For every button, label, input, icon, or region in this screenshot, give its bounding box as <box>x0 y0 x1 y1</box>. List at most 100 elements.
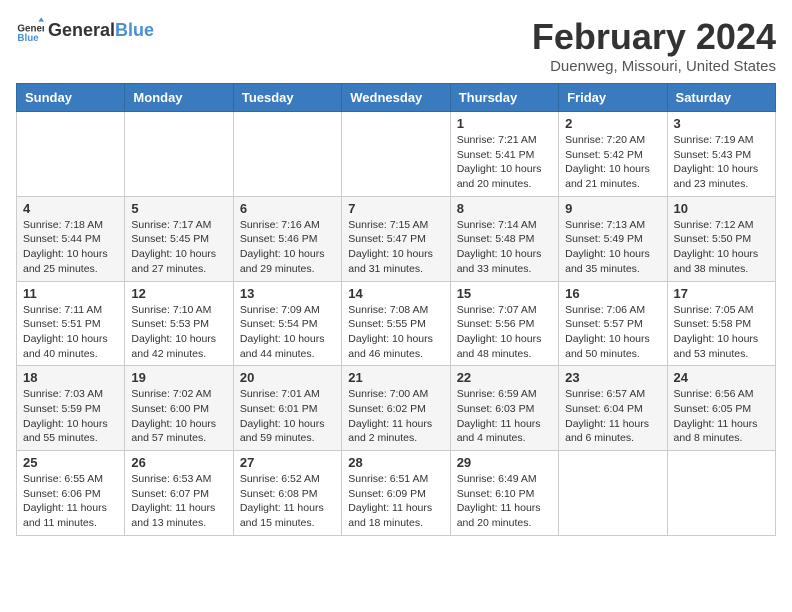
day-info: Sunrise: 7:05 AM Sunset: 5:58 PM Dayligh… <box>674 303 769 362</box>
day-number: 12 <box>131 286 226 301</box>
day-info: Sunrise: 7:00 AM Sunset: 6:02 PM Dayligh… <box>348 387 443 446</box>
day-info: Sunrise: 6:52 AM Sunset: 6:08 PM Dayligh… <box>240 472 335 531</box>
calendar-cell <box>559 451 667 536</box>
calendar-cell: 22 Sunrise: 6:59 AM Sunset: 6:03 PM Dayli… <box>450 366 558 451</box>
day-info: Sunrise: 6:53 AM Sunset: 6:07 PM Dayligh… <box>131 472 226 531</box>
calendar-cell: 14 Sunrise: 7:08 AM Sunset: 5:55 PM Dayli… <box>342 281 450 366</box>
calendar-week-5: 25 Sunrise: 6:55 AM Sunset: 6:06 PM Dayli… <box>17 451 776 536</box>
day-number: 21 <box>348 370 443 385</box>
day-info: Sunrise: 7:09 AM Sunset: 5:54 PM Dayligh… <box>240 303 335 362</box>
day-info: Sunrise: 6:49 AM Sunset: 6:10 PM Dayligh… <box>457 472 552 531</box>
day-number: 13 <box>240 286 335 301</box>
calendar-cell: 21 Sunrise: 7:00 AM Sunset: 6:02 PM Dayli… <box>342 366 450 451</box>
calendar-week-1: 1 Sunrise: 7:21 AM Sunset: 5:41 PM Daylig… <box>17 112 776 197</box>
day-info: Sunrise: 7:21 AM Sunset: 5:41 PM Dayligh… <box>457 133 552 192</box>
calendar-cell: 19 Sunrise: 7:02 AM Sunset: 6:00 PM Dayli… <box>125 366 233 451</box>
day-header-sunday: Sunday <box>17 84 125 112</box>
day-number: 27 <box>240 455 335 470</box>
day-info: Sunrise: 6:56 AM Sunset: 6:05 PM Dayligh… <box>674 387 769 446</box>
calendar-cell: 2 Sunrise: 7:20 AM Sunset: 5:42 PM Daylig… <box>559 112 667 197</box>
calendar-cell: 23 Sunrise: 6:57 AM Sunset: 6:04 PM Dayli… <box>559 366 667 451</box>
day-number: 8 <box>457 201 552 216</box>
day-number: 15 <box>457 286 552 301</box>
calendar-cell <box>342 112 450 197</box>
day-number: 2 <box>565 116 660 131</box>
calendar-cell: 7 Sunrise: 7:15 AM Sunset: 5:47 PM Daylig… <box>342 196 450 281</box>
day-info: Sunrise: 7:11 AM Sunset: 5:51 PM Dayligh… <box>23 303 118 362</box>
day-info: Sunrise: 7:14 AM Sunset: 5:48 PM Dayligh… <box>457 218 552 277</box>
day-info: Sunrise: 7:02 AM Sunset: 6:00 PM Dayligh… <box>131 387 226 446</box>
day-info: Sunrise: 7:12 AM Sunset: 5:50 PM Dayligh… <box>674 218 769 277</box>
calendar-header-row: SundayMondayTuesdayWednesdayThursdayFrid… <box>17 84 776 112</box>
calendar-cell: 9Sunrise: 7:13 AM Sunset: 5:49 PM Daylig… <box>559 196 667 281</box>
day-header-friday: Friday <box>559 84 667 112</box>
day-header-monday: Monday <box>125 84 233 112</box>
calendar-cell: 29 Sunrise: 6:49 AM Sunset: 6:10 PM Dayli… <box>450 451 558 536</box>
title-area: February 2024 Duenweg, Missouri, United … <box>532 16 776 75</box>
day-info: Sunrise: 6:55 AM Sunset: 6:06 PM Dayligh… <box>23 472 118 531</box>
day-number: 23 <box>565 370 660 385</box>
calendar-cell: 8 Sunrise: 7:14 AM Sunset: 5:48 PM Daylig… <box>450 196 558 281</box>
day-info: Sunrise: 7:16 AM Sunset: 5:46 PM Dayligh… <box>240 218 335 277</box>
calendar-week-4: 18 Sunrise: 7:03 AM Sunset: 5:59 PM Dayli… <box>17 366 776 451</box>
day-info: Sunrise: 7:19 AM Sunset: 5:43 PM Dayligh… <box>674 133 769 192</box>
day-number: 17 <box>674 286 769 301</box>
day-number: 7 <box>348 201 443 216</box>
day-number: 29 <box>457 455 552 470</box>
calendar-cell: 27 Sunrise: 6:52 AM Sunset: 6:08 PM Dayli… <box>233 451 341 536</box>
calendar-cell: 17 Sunrise: 7:05 AM Sunset: 5:58 PM Dayli… <box>667 281 775 366</box>
day-info: Sunrise: 6:51 AM Sunset: 6:09 PM Dayligh… <box>348 472 443 531</box>
day-number: 4 <box>23 201 118 216</box>
day-header-saturday: Saturday <box>667 84 775 112</box>
calendar-cell <box>17 112 125 197</box>
day-info: Sunrise: 7:07 AM Sunset: 5:56 PM Dayligh… <box>457 303 552 362</box>
day-header-thursday: Thursday <box>450 84 558 112</box>
calendar-cell: 16Sunrise: 7:06 AM Sunset: 5:57 PM Dayli… <box>559 281 667 366</box>
day-info: Sunrise: 7:10 AM Sunset: 5:53 PM Dayligh… <box>131 303 226 362</box>
day-info: Sunrise: 7:03 AM Sunset: 5:59 PM Dayligh… <box>23 387 118 446</box>
day-info: Sunrise: 6:57 AM Sunset: 6:04 PM Dayligh… <box>565 387 660 446</box>
day-number: 1 <box>457 116 552 131</box>
calendar-cell: 5 Sunrise: 7:17 AM Sunset: 5:45 PM Daylig… <box>125 196 233 281</box>
day-info: Sunrise: 7:13 AM Sunset: 5:49 PM Dayligh… <box>565 218 660 277</box>
day-info: Sunrise: 7:06 AM Sunset: 5:57 PM Dayligh… <box>565 303 660 362</box>
day-number: 20 <box>240 370 335 385</box>
calendar-cell: 28Sunrise: 6:51 AM Sunset: 6:09 PM Dayli… <box>342 451 450 536</box>
day-number: 25 <box>23 455 118 470</box>
header: General Blue GeneralBlue February 2024 D… <box>16 16 776 75</box>
calendar-cell: 12 Sunrise: 7:10 AM Sunset: 5:53 PM Dayli… <box>125 281 233 366</box>
calendar-cell: 20 Sunrise: 7:01 AM Sunset: 6:01 PM Dayli… <box>233 366 341 451</box>
calendar-week-2: 4 Sunrise: 7:18 AM Sunset: 5:44 PM Daylig… <box>17 196 776 281</box>
day-number: 22 <box>457 370 552 385</box>
calendar-cell: 11Sunrise: 7:11 AM Sunset: 5:51 PM Dayli… <box>17 281 125 366</box>
calendar-cell: 15 Sunrise: 7:07 AM Sunset: 5:56 PM Dayli… <box>450 281 558 366</box>
day-number: 26 <box>131 455 226 470</box>
day-info: Sunrise: 7:17 AM Sunset: 5:45 PM Dayligh… <box>131 218 226 277</box>
calendar-cell: 24Sunrise: 6:56 AM Sunset: 6:05 PM Dayli… <box>667 366 775 451</box>
month-title: February 2024 <box>532 16 776 58</box>
day-info: Sunrise: 6:59 AM Sunset: 6:03 PM Dayligh… <box>457 387 552 446</box>
calendar-cell: 4 Sunrise: 7:18 AM Sunset: 5:44 PM Daylig… <box>17 196 125 281</box>
day-info: Sunrise: 7:08 AM Sunset: 5:55 PM Dayligh… <box>348 303 443 362</box>
calendar-cell: 18 Sunrise: 7:03 AM Sunset: 5:59 PM Dayli… <box>17 366 125 451</box>
calendar-cell: 1 Sunrise: 7:21 AM Sunset: 5:41 PM Daylig… <box>450 112 558 197</box>
day-number: 18 <box>23 370 118 385</box>
day-number: 14 <box>348 286 443 301</box>
day-number: 19 <box>131 370 226 385</box>
day-info: Sunrise: 7:18 AM Sunset: 5:44 PM Dayligh… <box>23 218 118 277</box>
calendar: SundayMondayTuesdayWednesdayThursdayFrid… <box>16 83 776 536</box>
calendar-cell: 6Sunrise: 7:16 AM Sunset: 5:46 PM Daylig… <box>233 196 341 281</box>
day-number: 5 <box>131 201 226 216</box>
day-info: Sunrise: 7:01 AM Sunset: 6:01 PM Dayligh… <box>240 387 335 446</box>
logo-icon: General Blue <box>16 16 44 44</box>
svg-text:Blue: Blue <box>17 33 39 44</box>
day-header-wednesday: Wednesday <box>342 84 450 112</box>
calendar-cell: 13 Sunrise: 7:09 AM Sunset: 5:54 PM Dayli… <box>233 281 341 366</box>
day-info: Sunrise: 7:15 AM Sunset: 5:47 PM Dayligh… <box>348 218 443 277</box>
day-info: Sunrise: 7:20 AM Sunset: 5:42 PM Dayligh… <box>565 133 660 192</box>
calendar-week-3: 11Sunrise: 7:11 AM Sunset: 5:51 PM Dayli… <box>17 281 776 366</box>
day-number: 10 <box>674 201 769 216</box>
calendar-cell <box>125 112 233 197</box>
calendar-cell: 26 Sunrise: 6:53 AM Sunset: 6:07 PM Dayli… <box>125 451 233 536</box>
logo-blue: Blue <box>115 20 154 40</box>
